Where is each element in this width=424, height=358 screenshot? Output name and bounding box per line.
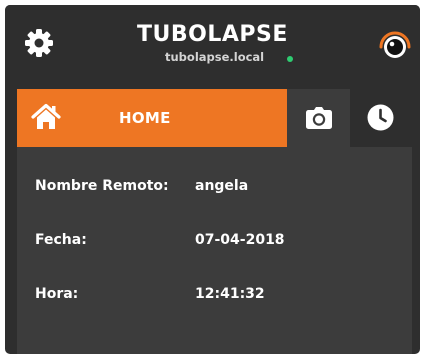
remote-name-label: Nombre Remoto: xyxy=(35,178,169,194)
lens-icon xyxy=(379,31,411,58)
remote-name-value: angela xyxy=(195,178,249,194)
time-label: Hora: xyxy=(35,286,79,302)
hostname-label: tubolapse.local xyxy=(165,50,265,64)
clock-icon xyxy=(367,104,394,131)
time-value: 12:41:32 xyxy=(195,286,265,302)
app-window: TUBOLAPSE tubolapse.local HOME Nombre Re… xyxy=(5,5,420,354)
tab-bar: HOME xyxy=(17,89,412,147)
app-header: TUBOLAPSE tubolapse.local xyxy=(5,5,420,77)
main-panel: HOME Nombre Remoto: angela Fecha: 07-04-… xyxy=(17,89,412,354)
date-label: Fecha: xyxy=(35,232,87,248)
app-title: TUBOLAPSE xyxy=(137,22,288,47)
date-value: 07-04-2018 xyxy=(195,232,285,248)
tab-home-label: HOME xyxy=(119,109,171,127)
tab-home[interactable]: HOME xyxy=(17,89,287,147)
tab-clock[interactable] xyxy=(350,89,412,147)
tab-camera[interactable] xyxy=(287,89,350,147)
connection-status-dot xyxy=(287,56,293,62)
home-icon xyxy=(31,103,61,129)
camera-icon xyxy=(306,107,332,129)
